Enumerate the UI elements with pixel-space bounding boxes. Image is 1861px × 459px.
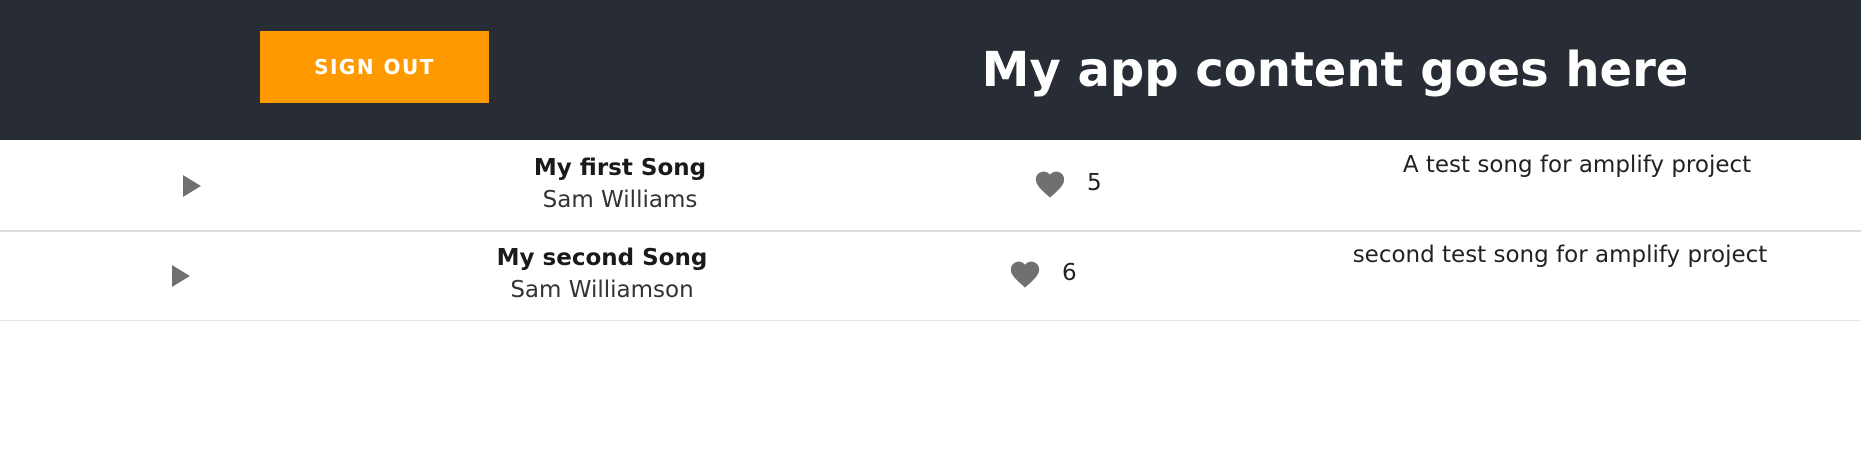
song-description: A test song for amplify project xyxy=(1402,152,1752,178)
song-info: My second Song Sam Williamson xyxy=(402,242,802,306)
app-header: SIGN OUT My app content goes here xyxy=(0,0,1861,140)
song-title: My second Song xyxy=(496,245,708,271)
play-icon[interactable] xyxy=(183,175,201,197)
song-row: My second Song Sam Williamson 6 second t… xyxy=(0,230,1861,321)
like-count: 6 xyxy=(1062,260,1077,286)
sign-out-button[interactable]: SIGN OUT xyxy=(260,31,489,103)
play-icon[interactable] xyxy=(172,265,190,287)
song-row: My first Song Sam Williams 5 A test song… xyxy=(0,140,1861,232)
song-artist: Sam Williamson xyxy=(510,277,694,303)
song-info: My first Song Sam Williams xyxy=(420,152,820,216)
song-description: second test song for amplify project xyxy=(1352,242,1768,268)
song-title: My first Song xyxy=(533,155,707,181)
heart-icon[interactable] xyxy=(1008,257,1042,289)
like-count: 5 xyxy=(1087,170,1102,196)
song-artist: Sam Williams xyxy=(542,187,698,213)
heart-icon[interactable] xyxy=(1033,167,1067,199)
app-title: My app content goes here xyxy=(981,42,1689,98)
